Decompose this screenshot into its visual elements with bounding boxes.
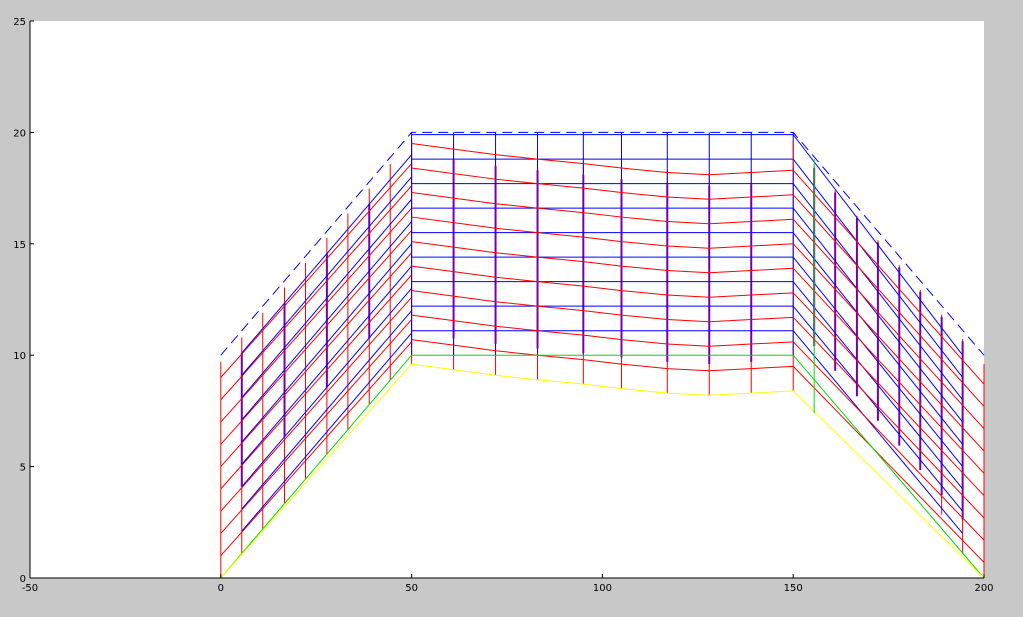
chart: -50 0 50 100 150 2000510152025: [13, 17, 993, 594]
y-tick-label: 25: [13, 17, 26, 28]
x-tick-label: 200: [974, 583, 993, 594]
figure: -50 0 50 100 150 200 0 5 10 15 20 25: [0, 0, 1023, 617]
x-tick-label: 50: [405, 583, 418, 594]
y-tick-label: 10: [13, 351, 26, 362]
plot-area: [30, 21, 984, 578]
x-tick-label: 100: [593, 583, 612, 594]
y-tick-label: 15: [13, 240, 26, 251]
x-tick-label: 150: [784, 583, 803, 594]
x-tick-label: 0: [218, 583, 224, 594]
y-tick-label: 0: [20, 574, 26, 585]
y-tick-label: 5: [20, 463, 26, 474]
y-tick-label: 20: [13, 128, 26, 139]
